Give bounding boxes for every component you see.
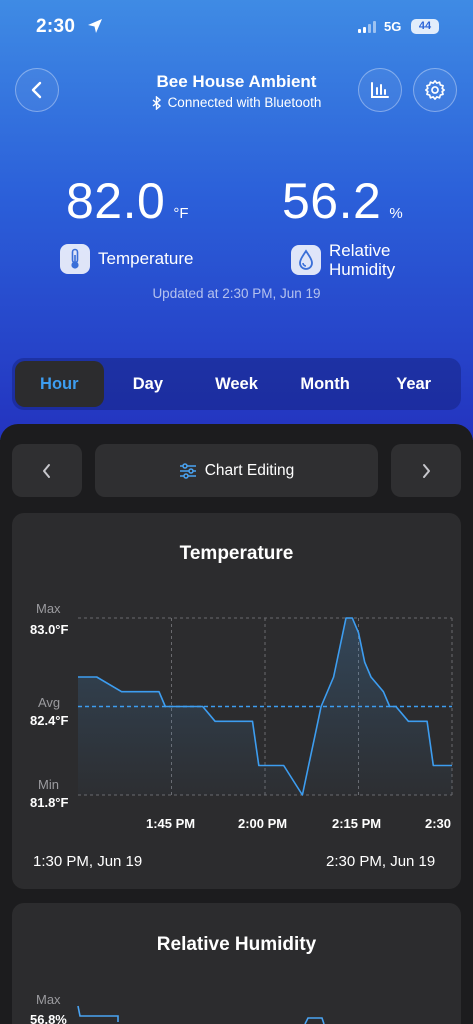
x-tick-label: 2:30 bbox=[425, 816, 452, 831]
range-start: 1:30 PM, Jun 19 bbox=[33, 853, 143, 870]
temperature-chart bbox=[78, 617, 453, 796]
x-tick-label: 2:15 PM bbox=[332, 816, 382, 831]
x-tick-label: 2:00 PM bbox=[238, 816, 288, 831]
range-end: 2:30 PM, Jun 19 bbox=[326, 853, 436, 870]
humidity-chart-title: Relative Humidity bbox=[156, 934, 317, 955]
x-tick-label: 1:45 PM bbox=[146, 816, 196, 831]
humidity-chart-line bbox=[77, 1005, 325, 1024]
